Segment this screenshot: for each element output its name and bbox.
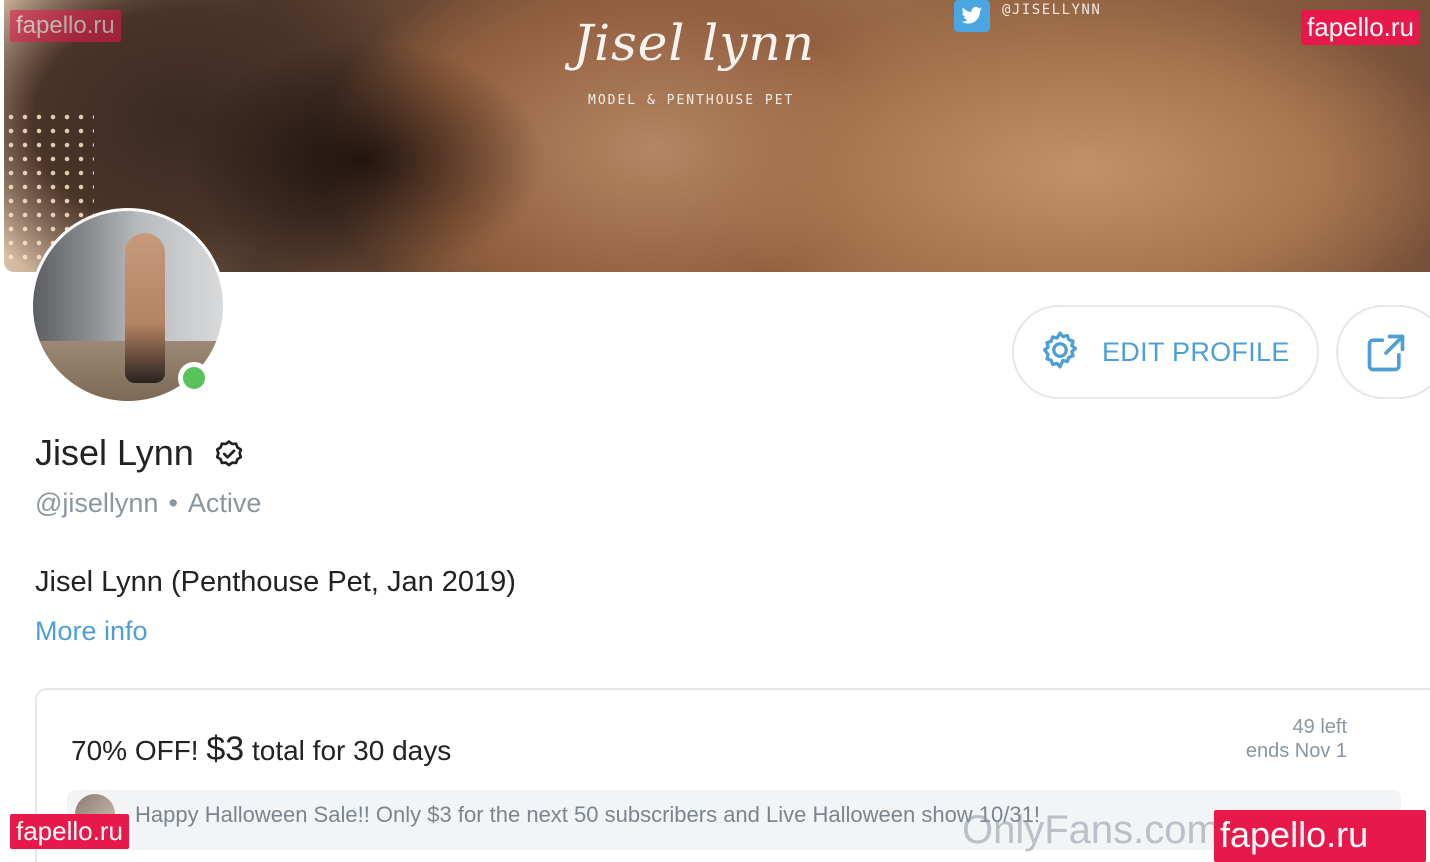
watermark-bottom-right: fapello.ru bbox=[1214, 810, 1426, 862]
watermark-top-right: fapello.ru bbox=[1301, 10, 1420, 45]
cover-image: Jisel lynn MODEL & PENTHOUSE PET @JISELL… bbox=[4, 0, 1430, 272]
promo-discount: 70% OFF! bbox=[71, 735, 207, 766]
profile-status: Active bbox=[187, 488, 262, 518]
cover-twitter-handle: @JISELLYNN bbox=[1002, 2, 1102, 18]
verified-badge-icon bbox=[212, 438, 246, 477]
separator-dot: • bbox=[168, 488, 178, 518]
cover-title: Jisel lynn bbox=[573, 14, 815, 72]
more-info-link[interactable]: More info bbox=[35, 616, 148, 647]
profile-bio: Jisel Lynn (Penthouse Pet, Jan 2019) bbox=[35, 566, 516, 598]
avatar-figure bbox=[125, 233, 165, 383]
promo-remaining: 49 left bbox=[1292, 716, 1347, 738]
watermark-bottom-left: fapello.ru bbox=[10, 814, 129, 849]
promo-title: 70% OFF! $3 total for 30 days bbox=[71, 730, 451, 769]
promo-message-text: Happy Halloween Sale!! Only $3 for the n… bbox=[135, 802, 1040, 827]
promo-duration: total for 30 days bbox=[244, 735, 452, 766]
cover-shadow bbox=[184, 40, 544, 272]
edit-profile-label: EDIT PROFILE bbox=[1102, 336, 1290, 367]
edit-profile-button[interactable]: EDIT PROFILE bbox=[1012, 305, 1319, 399]
share-button[interactable] bbox=[1336, 305, 1430, 399]
online-status-dot bbox=[178, 362, 210, 394]
profile-name: Jisel Lynn bbox=[35, 432, 194, 473]
promo-price: $3 bbox=[206, 730, 245, 768]
watermark-top-left: fapello.ru bbox=[10, 10, 121, 42]
share-icon bbox=[1364, 334, 1408, 379]
profile-handle: @jisellynn bbox=[35, 488, 159, 518]
profile-handle-line: @jisellynn • Active bbox=[35, 488, 261, 519]
site-watermark: OnlyFans.com bbox=[962, 808, 1220, 852]
twitter-icon bbox=[954, 0, 990, 32]
promo-ends: ends Nov 1 bbox=[1245, 740, 1347, 762]
gear-icon bbox=[1038, 328, 1082, 377]
cover-subtitle: MODEL & PENTHOUSE PET bbox=[588, 93, 795, 108]
